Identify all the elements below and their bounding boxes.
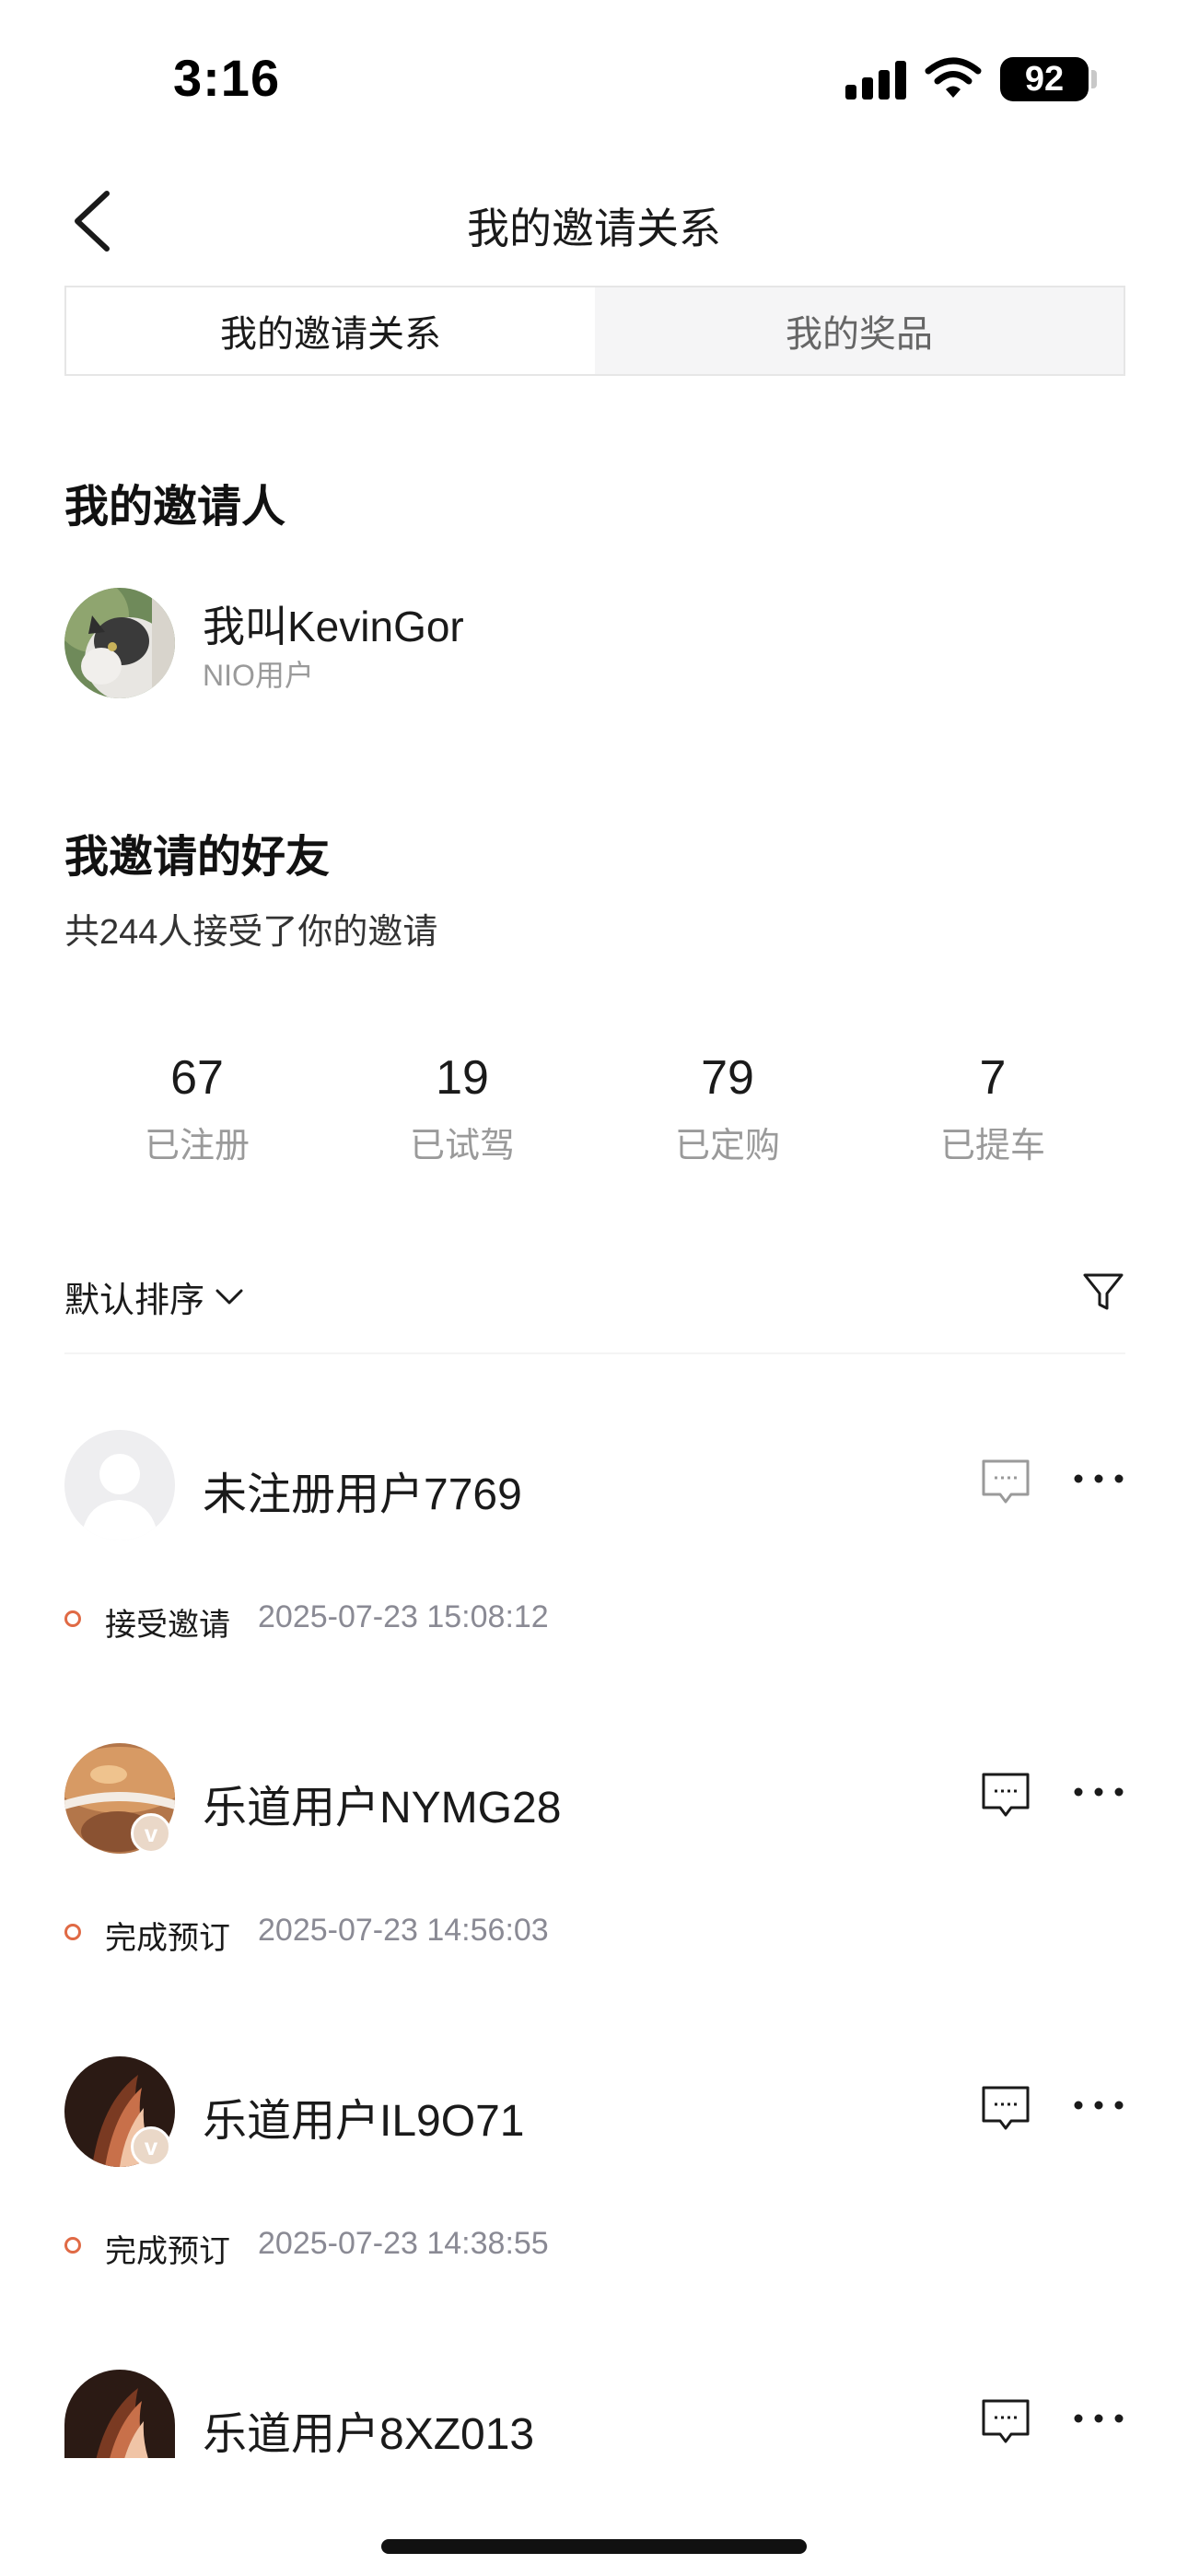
status-dot — [64, 2237, 81, 2254]
status-time: 2025-07-23 15:08:12 — [258, 1599, 549, 1634]
status-dot — [64, 1924, 81, 1940]
chat-icon[interactable] — [980, 1456, 1031, 1507]
wifi-icon — [925, 57, 982, 98]
sort-label: 默认排序 — [64, 1281, 205, 1320]
verified-badge: v — [131, 1813, 171, 1854]
inviter-subtitle: NIO用户 — [203, 659, 314, 692]
stat-label: 已试驾 — [409, 1127, 515, 1165]
verified-badge: v — [131, 2126, 171, 2167]
status-time: 3:16 — [173, 49, 281, 107]
friends-section-title: 我邀请的好友 — [64, 833, 331, 882]
more-icon[interactable] — [1072, 2091, 1125, 2119]
stat-value: 19 — [436, 1051, 489, 1105]
home-indicator[interactable] — [381, 2539, 807, 2554]
chat-icon[interactable] — [980, 2082, 1031, 2134]
battery-icon: 92 — [1000, 57, 1089, 101]
status-label: 完成预订 — [105, 1921, 230, 1956]
stat-value: 7 — [979, 1051, 1007, 1105]
user-name: 乐道用户8XZ013 — [203, 2410, 535, 2459]
stat-value: 79 — [701, 1051, 754, 1105]
status-label: 接受邀请 — [105, 1608, 230, 1643]
status-time: 2025-07-23 14:38:55 — [258, 2226, 549, 2261]
chat-icon[interactable] — [980, 2395, 1031, 2447]
inviter-avatar[interactable] — [64, 588, 175, 698]
chevron-down-icon — [215, 1289, 243, 1305]
chat-icon[interactable] — [980, 1769, 1031, 1821]
invite-summary: 共244人接受了你的邀请 — [64, 913, 438, 952]
stat-label: 已注册 — [144, 1127, 250, 1165]
user-name: 乐道用户IL9O71 — [203, 2097, 525, 2146]
divider — [64, 1352, 1125, 1354]
filter-icon[interactable] — [1079, 1268, 1127, 1316]
more-icon[interactable] — [1072, 2405, 1125, 2432]
tab-bar: 我的邀请关系 我的奖品 — [64, 286, 1125, 376]
signal-icon — [845, 61, 912, 100]
stat-ordered[interactable]: 79 已定购 — [595, 1048, 860, 1168]
tab-my-prizes[interactable]: 我的奖品 — [595, 287, 1124, 374]
battery-cap — [1091, 70, 1097, 88]
stat-delivered[interactable]: 7 已提车 — [860, 1048, 1125, 1168]
inviter-name: 我叫KevinGor — [203, 603, 464, 650]
list-item[interactable]: v 乐道用户IL9O71 完成预订 2025-07-23 14:38:55 — [0, 2056, 1188, 2333]
status-bar: 3:16 92 — [0, 0, 1188, 157]
stat-label: 已提车 — [939, 1127, 1045, 1165]
status-time: 2025-07-23 14:56:03 — [258, 1913, 549, 1948]
status-dot — [64, 1610, 81, 1627]
inviter-section-title: 我的邀请人 — [64, 483, 286, 532]
avatar — [64, 1430, 175, 1540]
list-item[interactable]: v 乐道用户NYMG28 完成预订 2025-07-23 14:56:03 — [0, 1743, 1188, 2020]
stat-registered[interactable]: 67 已注册 — [64, 1048, 330, 1168]
more-icon[interactable] — [1072, 1778, 1125, 1806]
status-label: 完成预订 — [105, 2234, 230, 2269]
stat-value: 67 — [170, 1051, 224, 1105]
user-name: 乐道用户NYMG28 — [203, 1784, 562, 1832]
sort-dropdown[interactable]: 默认排序 — [64, 1271, 245, 1321]
more-icon[interactable] — [1072, 1465, 1125, 1493]
stat-label: 已定购 — [674, 1127, 780, 1165]
user-name: 未注册用户7769 — [203, 1470, 522, 1519]
avatar — [64, 2370, 175, 2458]
tab-invite-relations[interactable]: 我的邀请关系 — [66, 287, 595, 374]
stat-test-drive[interactable]: 19 已试驾 — [330, 1048, 595, 1168]
page-title: 我的邀请关系 — [467, 205, 721, 252]
list-item[interactable]: 未注册用户7769 接受邀请 2025-07-23 15:08:12 — [0, 1430, 1188, 1706]
list-item[interactable]: 乐道用户8XZ013 — [0, 2370, 1188, 2480]
stats-row: 67 已注册 19 已试驾 79 已定购 7 已提车 — [64, 1048, 1125, 1168]
